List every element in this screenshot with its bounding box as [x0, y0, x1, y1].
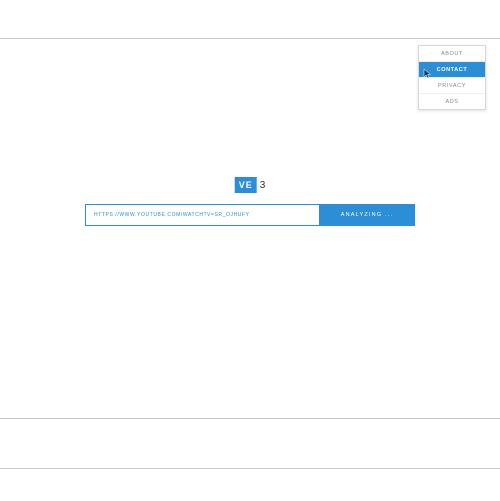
main-section: About Contact Privacy Ads VE 3 Analyzing…: [0, 39, 500, 419]
analyze-button[interactable]: Analyzing ...: [319, 204, 415, 226]
logo: VE 3: [235, 177, 266, 193]
logo-prefix: VE: [235, 177, 257, 193]
search-bar: Analyzing ...: [85, 204, 415, 226]
menu-item-privacy[interactable]: Privacy: [419, 78, 485, 94]
cursor-icon: [423, 68, 433, 79]
logo-suffix: 3: [260, 180, 266, 191]
url-input[interactable]: [85, 204, 319, 226]
menu-item-ads[interactable]: Ads: [419, 94, 485, 109]
dropdown-menu: About Contact Privacy Ads: [418, 45, 486, 110]
menu-item-about[interactable]: About: [419, 46, 485, 62]
